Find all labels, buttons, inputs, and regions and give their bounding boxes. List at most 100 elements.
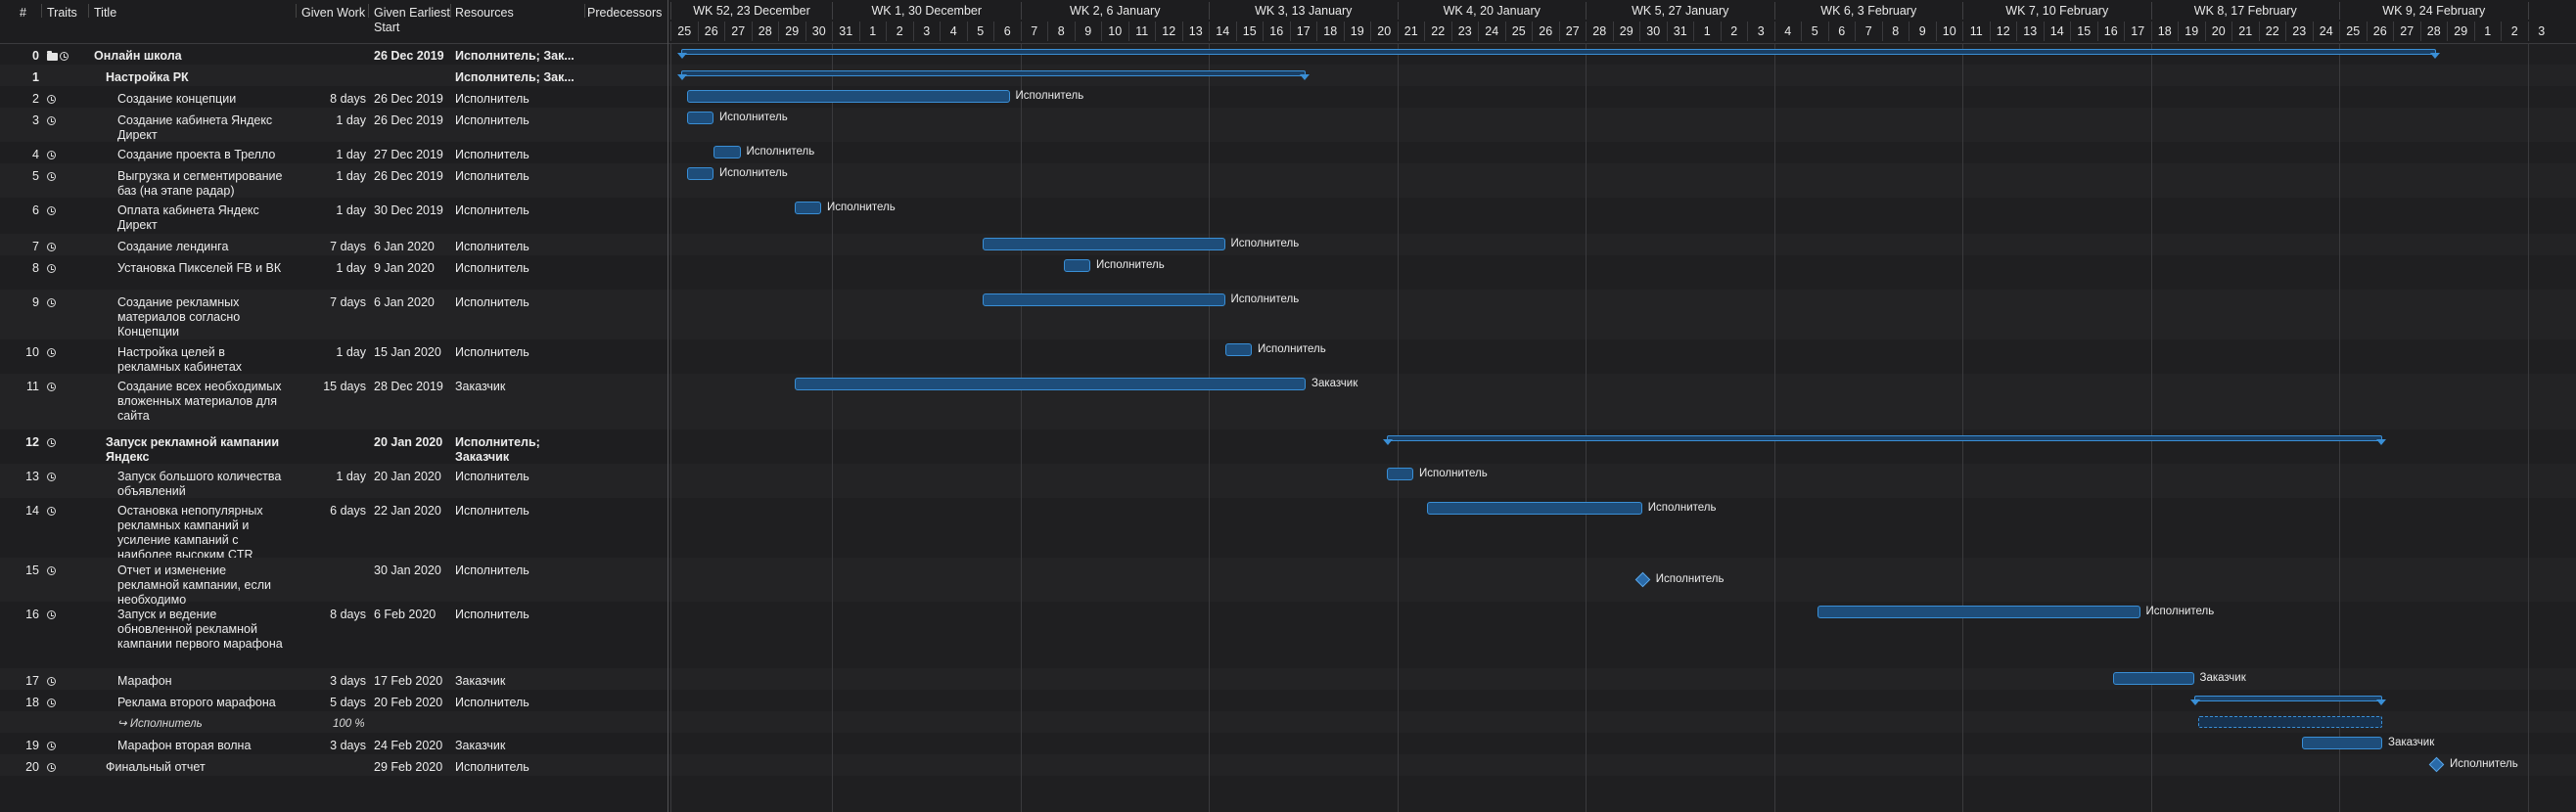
col-divider[interactable]	[88, 4, 89, 18]
summary-bar[interactable]	[2189, 696, 2386, 705]
clock-icon	[47, 566, 56, 576]
col-header-given-work[interactable]: Given Work	[301, 6, 365, 21]
day-header: 27	[1558, 22, 1587, 41]
task-id: 14	[25, 504, 39, 518]
clock-icon	[47, 699, 56, 708]
task-bar[interactable]	[1063, 259, 1090, 272]
task-bar[interactable]	[983, 238, 1225, 250]
gantt-row-band	[668, 464, 2576, 498]
task-row[interactable]: 14 Остановка непопулярных рекламных кампа…	[0, 498, 667, 562]
gantt-row-band	[668, 754, 2576, 776]
task-id: 16	[25, 608, 39, 621]
task-id: 10	[25, 345, 39, 359]
task-bar[interactable]	[686, 167, 713, 180]
day-header: 10	[1935, 22, 1963, 41]
col-header-id[interactable]: #	[20, 6, 26, 21]
col-header-title[interactable]: Title	[94, 6, 116, 21]
task-bar[interactable]	[686, 112, 713, 124]
task-bar[interactable]	[794, 378, 1306, 390]
day-header: 2	[2501, 22, 2528, 41]
task-row[interactable]: 19 Марафон вторая волна 3 days 24 Feb 2020 З…	[0, 733, 667, 754]
task-bar[interactable]	[983, 293, 1225, 306]
task-title: Марафон	[117, 674, 172, 688]
day-header: 28	[751, 22, 779, 41]
col-header-given-earliest-start[interactable]: Given Earliest Start	[374, 6, 452, 35]
task-row[interactable]: 20 Финальный отчет 29 Feb 2020 Исполнитель	[0, 754, 667, 776]
task-title: Реклама второго марафона	[117, 696, 276, 709]
day-header: 8	[1047, 22, 1075, 41]
task-traits	[47, 92, 84, 107]
day-header: 13	[1181, 22, 1210, 41]
task-bar[interactable]	[1224, 343, 1252, 356]
task-bar[interactable]	[1426, 502, 1642, 515]
task-row[interactable]: 7 Создание лендинга 7 days 6 Jan 2020 Исполн…	[0, 234, 667, 255]
task-id: 7	[32, 240, 39, 253]
task-bar[interactable]	[1817, 606, 2140, 618]
task-row[interactable]: 5 Выгрузка и сегментирование баз (на этап…	[0, 163, 667, 198]
task-row[interactable]: 9 Создание рекламных материалов согласно …	[0, 290, 667, 339]
task-resources: Исполнитель	[455, 470, 529, 483]
task-bar[interactable]	[1386, 468, 1413, 480]
col-divider[interactable]	[584, 4, 585, 18]
task-row[interactable]: 16 Запуск и ведение обновленной рекламной…	[0, 602, 667, 668]
week-header: WK 2, 6 January	[1020, 2, 1210, 20]
task-bar[interactable]	[2113, 672, 2194, 685]
task-title: Запуск и ведение обновленной рекламной к…	[117, 608, 283, 651]
summary-bar[interactable]	[677, 70, 1310, 80]
week-header: WK 6, 3 February	[1773, 2, 1963, 20]
task-row[interactable]: 2 Создание концепции 8 days 26 Dec 2019 Испо…	[0, 86, 667, 108]
bar-resource-label: Заказчик	[2199, 672, 2246, 684]
day-header: 15	[1235, 22, 1264, 41]
task-title: Запуск большого количества объявлений	[117, 470, 282, 498]
col-header-traits[interactable]: Traits	[47, 6, 77, 21]
col-divider[interactable]	[41, 4, 42, 18]
task-row[interactable]: 10 Настройка целей в рекламных кабинетах 1…	[0, 339, 667, 374]
col-header-predecessors[interactable]: Predecessors	[587, 6, 662, 21]
day-header: 29	[778, 22, 805, 41]
task-bar[interactable]	[713, 146, 741, 158]
task-title: Создание рекламных материалов согласно К…	[117, 295, 241, 338]
summary-bar[interactable]	[677, 49, 2440, 59]
task-title: Остановка непопулярных рекламных кампани…	[117, 504, 263, 562]
col-divider[interactable]	[296, 4, 297, 18]
task-row[interactable]: 18 Реклама второго марафона 5 days 20 Feb 2…	[0, 690, 667, 711]
task-earliest-start: 6 Feb 2020	[374, 608, 437, 621]
day-header: 25	[2339, 22, 2367, 41]
assignment-bar[interactable]	[2197, 716, 2382, 728]
task-id: 15	[25, 564, 39, 577]
day-header: 5	[966, 22, 994, 41]
task-row[interactable]: 13 Запуск большого количества объявлений 1…	[0, 464, 667, 498]
bar-resource-label: Исполнитель	[719, 167, 788, 179]
task-row[interactable]: 1 Настройка РК Исполнитель; Зак...	[0, 65, 667, 86]
day-header: 29	[2447, 22, 2474, 41]
task-row[interactable]: 11 Создание всех необходимых вложенных ма…	[0, 374, 667, 429]
task-row[interactable]: 8 Установка Пикселей FB и ВК 1 day 9 Jan 20…	[0, 255, 667, 290]
col-divider[interactable]	[368, 4, 369, 18]
task-bar[interactable]	[686, 90, 1010, 103]
task-row[interactable]: 6 Оплата кабинета Яндекс Директ 1 day 30 De…	[0, 198, 667, 234]
day-header: 18	[2150, 22, 2179, 41]
bar-resource-label: Исполнитель	[719, 112, 788, 123]
gantt-row-band	[668, 339, 2576, 374]
task-resources: Исполнитель	[455, 760, 529, 774]
task-row[interactable]: 17 Марафон 3 days 17 Feb 2020 Заказчик	[0, 668, 667, 690]
task-resources: Исполнитель	[455, 169, 529, 183]
col-divider[interactable]	[450, 4, 451, 18]
task-bar[interactable]	[794, 202, 821, 214]
task-row[interactable]: 0 Онлайн школа 26 Dec 2019 Исполнитель; Зак…	[0, 43, 667, 65]
task-row[interactable]: 4 Создание проекта в Трелло 1 day 27 Dec 20…	[0, 142, 667, 163]
bar-resource-label: Исполнитель	[1258, 343, 1326, 355]
assignment-row[interactable]: ↪ Исполнитель 100 %	[0, 711, 667, 733]
task-bar[interactable]	[2301, 737, 2382, 749]
week-gridline	[1773, 43, 1775, 812]
bar-resource-label: Исполнитель	[1655, 572, 1725, 585]
gantt-row-band	[668, 142, 2576, 163]
col-header-resources[interactable]: Resources	[455, 6, 514, 21]
task-resources: Заказчик	[455, 380, 506, 393]
day-header: 9	[1074, 22, 1102, 41]
task-row[interactable]: 3 Создание кабинета Яндекс Директ 1 day 26 …	[0, 108, 667, 142]
task-row[interactable]: 12 Запуск рекламной кампании Яндекс 20 Jan…	[0, 429, 667, 464]
task-row[interactable]: 15 Отчет и изменение рекламной кампании, …	[0, 558, 667, 607]
summary-bar[interactable]	[1382, 435, 2386, 445]
task-id: 0	[32, 49, 39, 63]
